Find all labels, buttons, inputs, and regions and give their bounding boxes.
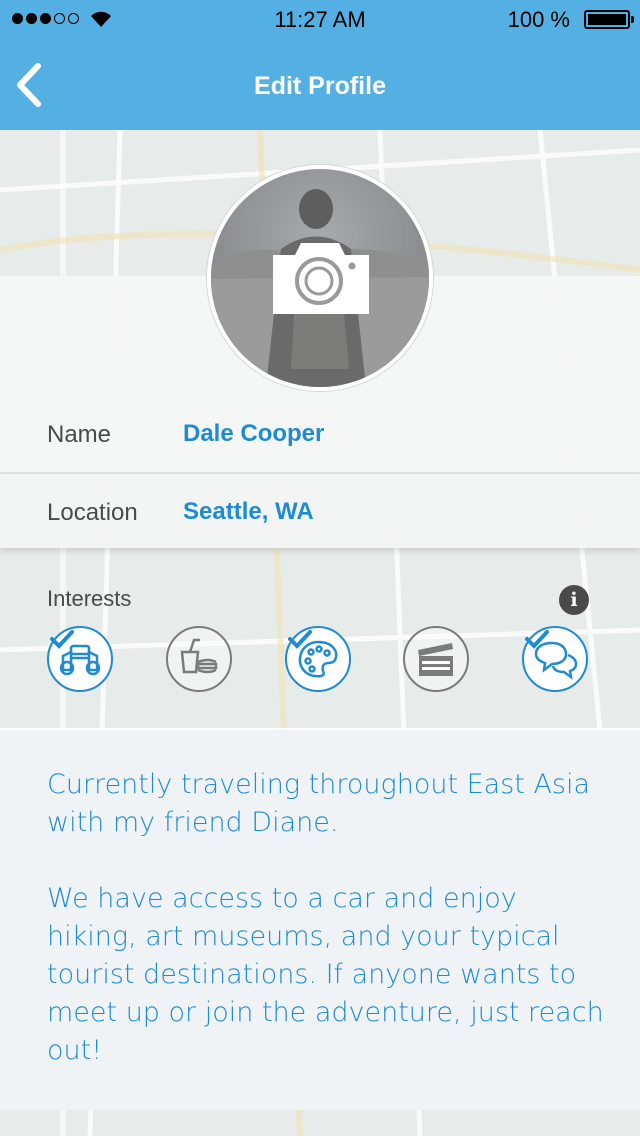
- bio-text[interactable]: Currently traveling throughout East Asia…: [47, 766, 607, 1070]
- name-label: Name: [47, 421, 112, 448]
- info-icon[interactable]: i: [559, 585, 589, 615]
- interests-title: Interests: [47, 586, 132, 611]
- interest-binoculars[interactable]: [47, 626, 113, 692]
- interest-food-drink[interactable]: [166, 626, 232, 692]
- food-drink-icon: [180, 638, 218, 674]
- profile-photo-button[interactable]: [207, 165, 433, 391]
- name-value[interactable]: Dale Cooper: [183, 420, 324, 448]
- location-value[interactable]: Seattle, WA: [183, 498, 314, 526]
- interest-movies[interactable]: [403, 626, 469, 692]
- battery-percent: 100 %: [507, 7, 570, 32]
- status-bar: 11:27 AM 100 %: [0, 0, 640, 40]
- interest-art[interactable]: [285, 626, 351, 692]
- page-title: Edit Profile: [254, 72, 386, 100]
- location-label: Location: [47, 499, 138, 526]
- checkmark-icon: [50, 630, 74, 649]
- navigation-bar: Edit Profile: [0, 40, 640, 130]
- location-row: Location Seattle, WA: [0, 474, 640, 548]
- camera-icon: [273, 243, 369, 314]
- movie-clapper-icon: [418, 643, 453, 676]
- checkmark-icon: [525, 630, 549, 649]
- bio-section: Currently traveling throughout East Asia…: [0, 728, 640, 1110]
- checkmark-icon: [288, 630, 312, 649]
- battery-icon: [584, 10, 634, 29]
- interest-chat[interactable]: [522, 626, 588, 692]
